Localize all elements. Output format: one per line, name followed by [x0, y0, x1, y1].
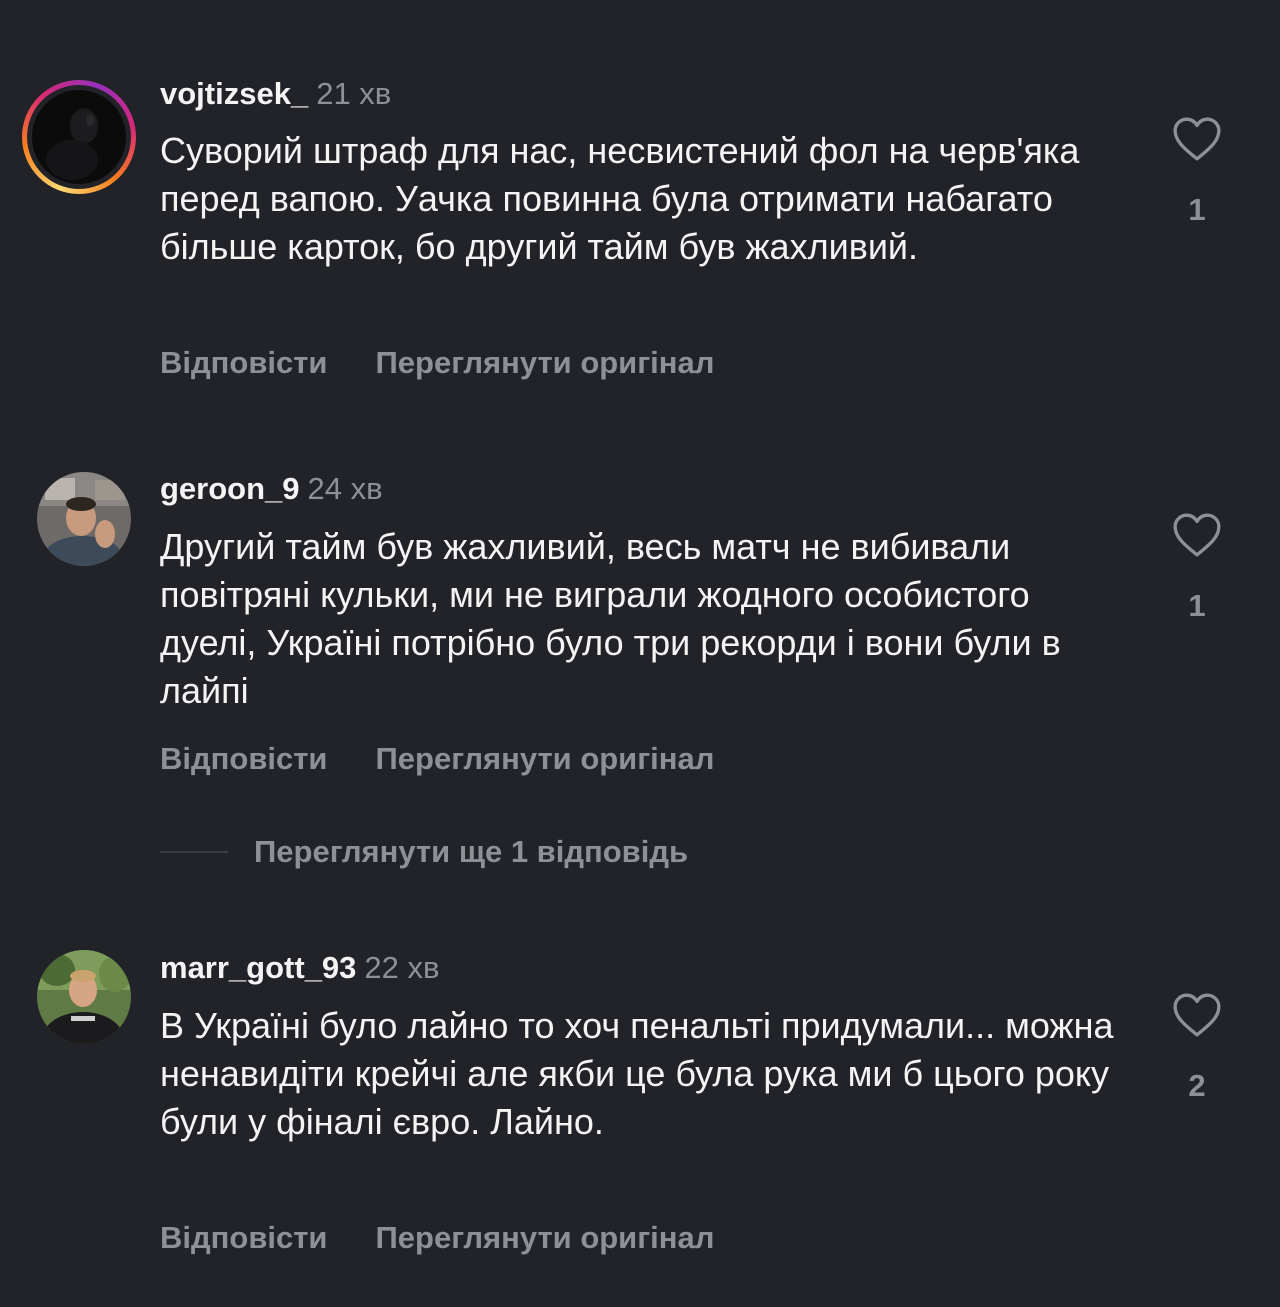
comment-text: В Україні було лайно то хоч пенальті при…: [160, 1005, 1114, 1142]
see-original-button[interactable]: Переглянути оригінал: [376, 1220, 715, 1256]
timestamp: 22 хв: [364, 950, 440, 985]
username[interactable]: marr_gott_93: [160, 950, 356, 985]
replies-divider: [160, 851, 228, 853]
comment-text: Суворий штраф для нас, несвистений фол н…: [160, 130, 1080, 267]
view-replies-label[interactable]: Переглянути ще 1 відповідь: [254, 834, 688, 869]
comment-header: vojtizsek_ 21 хв: [160, 76, 391, 112]
heart-outline-icon[interactable]: [1172, 116, 1222, 162]
timestamp: 21 хв: [316, 76, 392, 111]
username[interactable]: vojtizsek_: [160, 76, 308, 111]
like-control: 1: [1172, 116, 1222, 228]
comment-header: geroon_9 24 хв: [160, 471, 383, 507]
comment-actions: Відповісти Переглянути оригінал: [160, 741, 714, 777]
avatar[interactable]: [37, 950, 131, 1044]
story-ring[interactable]: [22, 80, 136, 194]
reply-button[interactable]: Відповісти: [160, 1220, 328, 1256]
comment-actions: Відповісти Переглянути оригінал: [160, 345, 714, 381]
see-original-button[interactable]: Переглянути оригінал: [376, 741, 715, 777]
like-count: 2: [1188, 1068, 1206, 1103]
like-control: 2: [1172, 992, 1222, 1104]
reply-button[interactable]: Відповісти: [160, 345, 328, 381]
view-more-replies[interactable]: Переглянути ще 1 відповідь: [160, 834, 688, 870]
like-count: 1: [1188, 192, 1206, 227]
heart-outline-icon[interactable]: [1172, 992, 1222, 1038]
username[interactable]: geroon_9: [160, 471, 300, 506]
avatar[interactable]: [37, 472, 131, 566]
comment-text: Другий тайм був жахливий, весь матч не в…: [160, 526, 1061, 711]
heart-outline-icon[interactable]: [1172, 512, 1222, 558]
comment-actions: Відповісти Переглянути оригінал: [160, 1220, 714, 1256]
timestamp: 24 хв: [307, 471, 383, 506]
like-count: 1: [1188, 588, 1206, 623]
reply-button[interactable]: Відповісти: [160, 741, 328, 777]
comment-header: marr_gott_93 22 хв: [160, 950, 440, 986]
like-control: 1: [1172, 512, 1222, 624]
avatar[interactable]: [32, 90, 126, 184]
see-original-button[interactable]: Переглянути оригінал: [376, 345, 715, 381]
